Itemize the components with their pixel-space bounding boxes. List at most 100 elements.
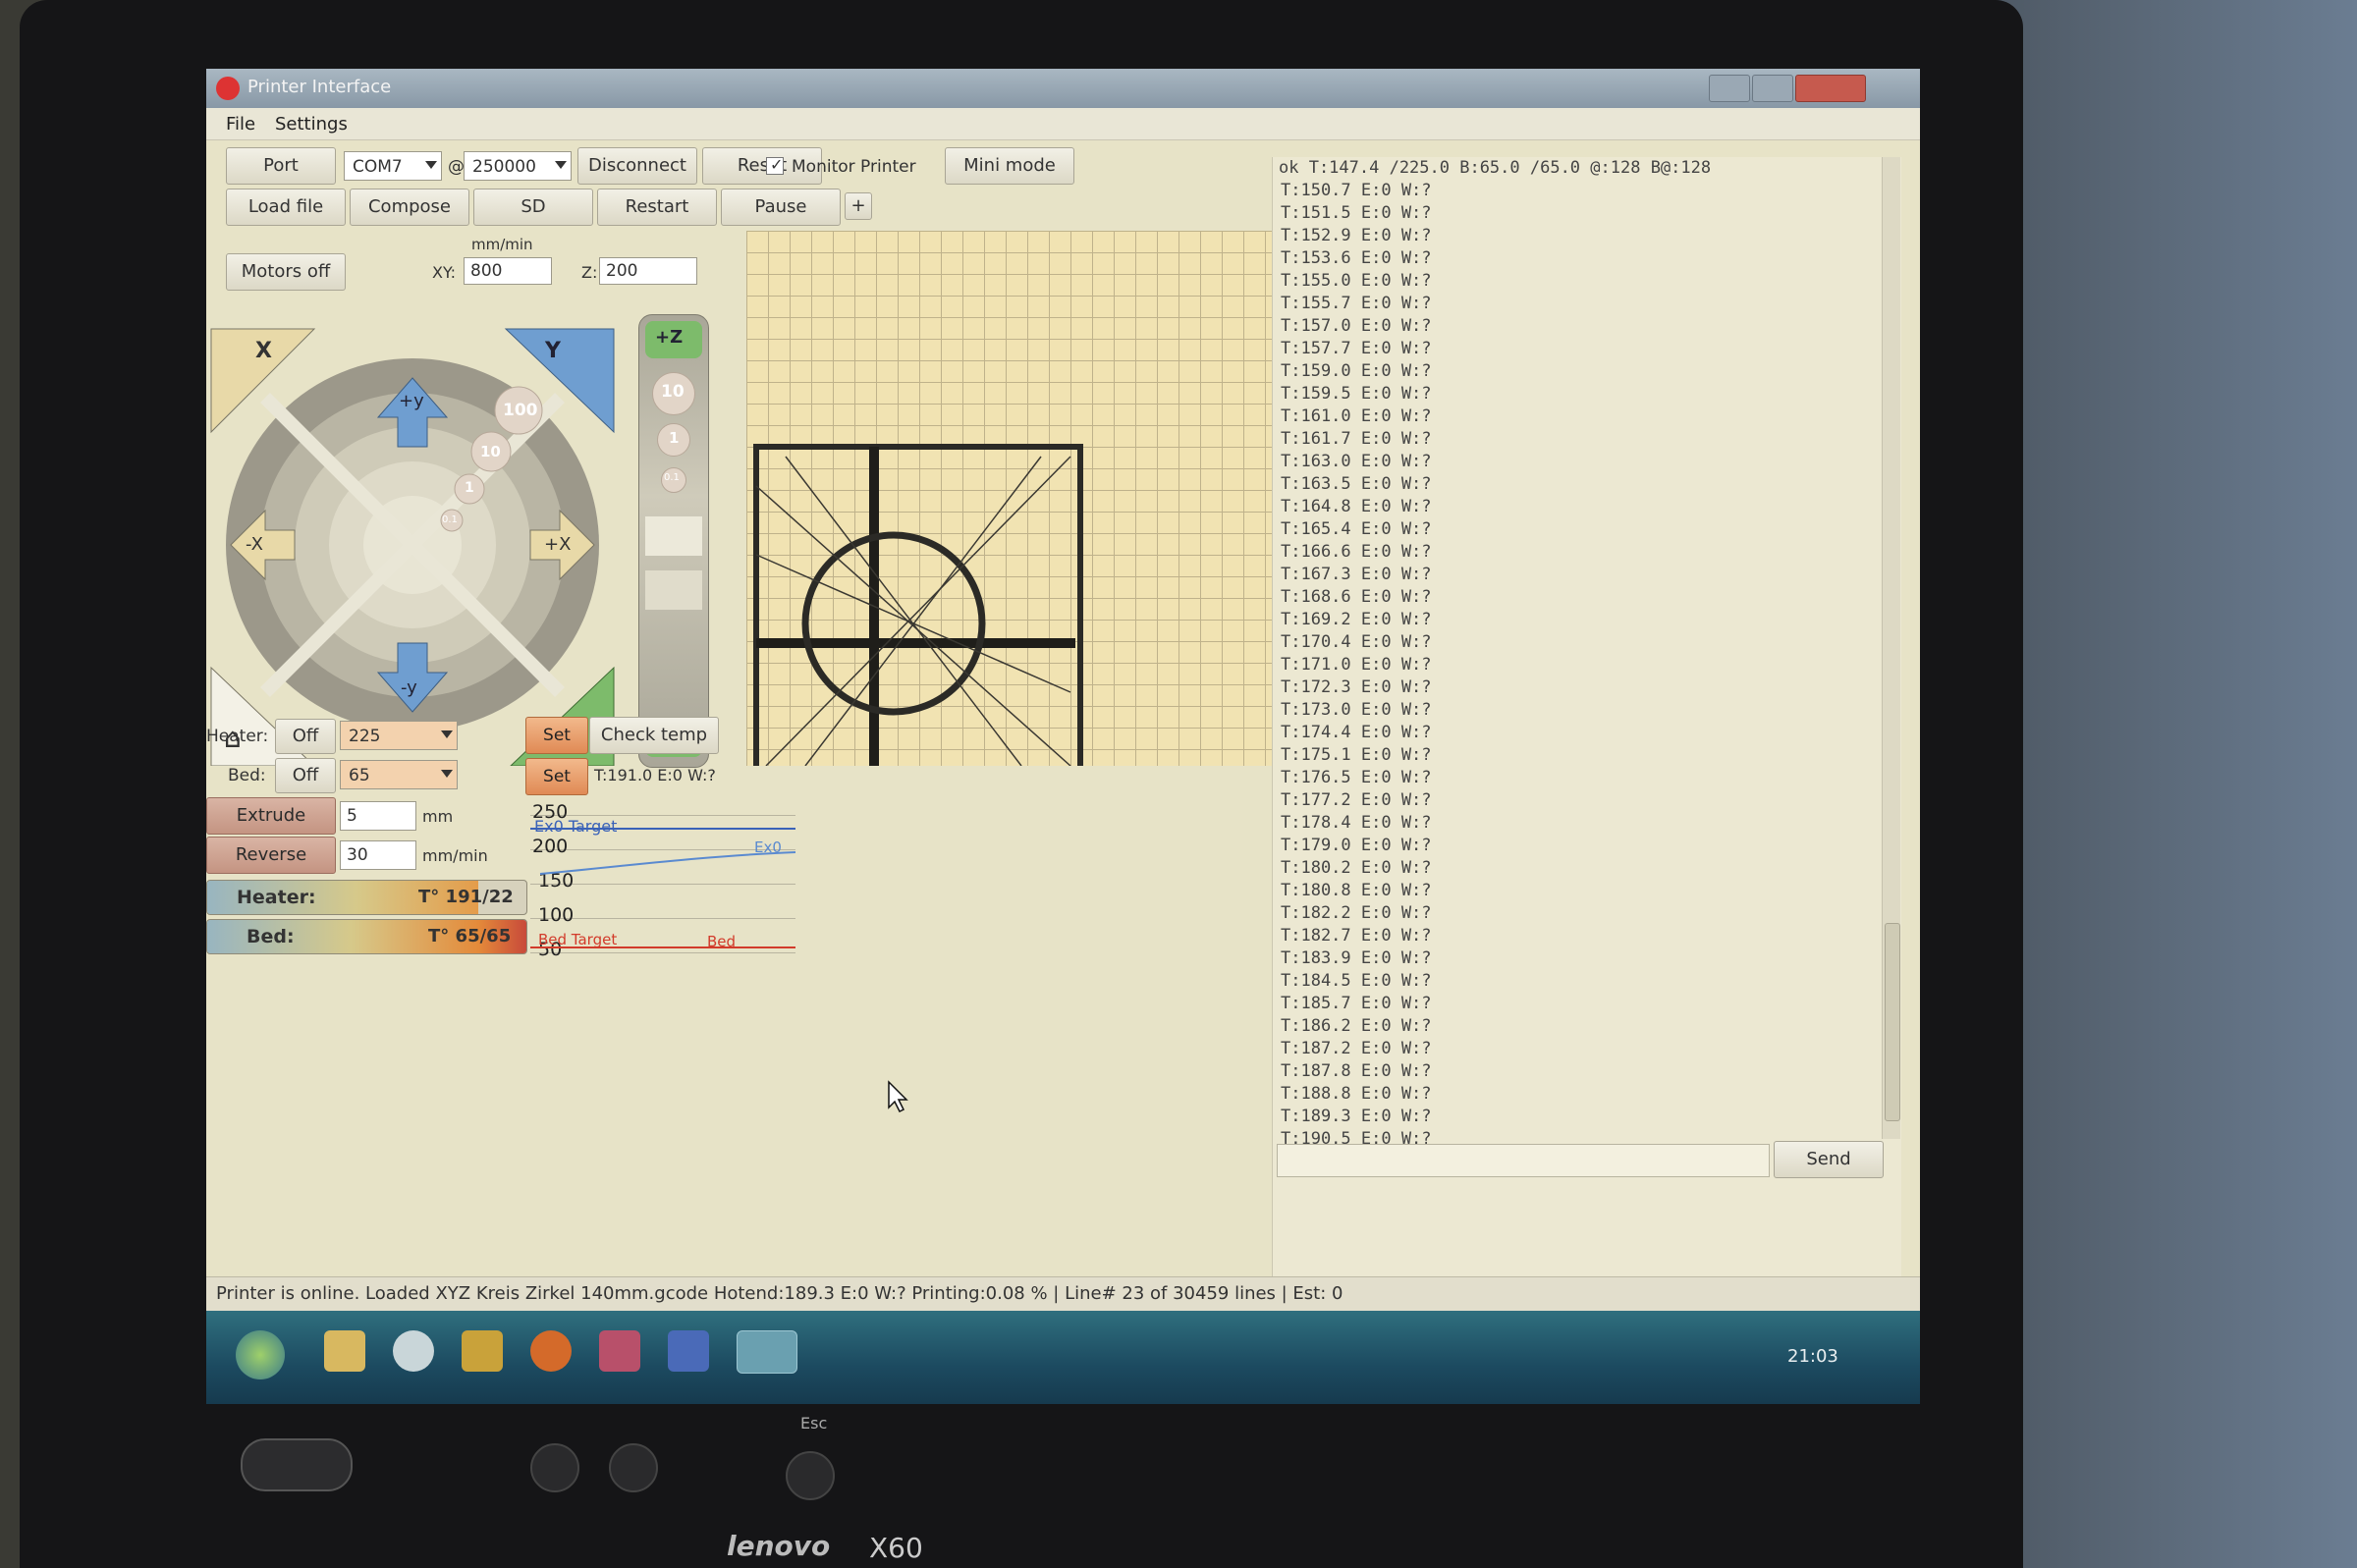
motors-off-button[interactable]: Motors off <box>226 253 346 291</box>
baud-select[interactable]: 250000 <box>464 151 572 181</box>
bed-off-button[interactable]: Off <box>275 758 336 793</box>
log-line: T:157.0 E:0 W:? <box>1281 316 1432 336</box>
heater-set-button[interactable]: Set <box>525 717 588 754</box>
log-line: T:170.4 E:0 W:? <box>1281 632 1432 652</box>
feedrate-units: mm/min <box>471 236 533 253</box>
bed-graph-label: Bed <box>707 933 737 950</box>
bed-set-button[interactable]: Set <box>525 758 588 795</box>
log-line: T:155.7 E:0 W:? <box>1281 294 1432 313</box>
model-label: X60 <box>869 1532 923 1564</box>
chrome-icon[interactable] <box>393 1330 434 1372</box>
heater-setpoint-value: 225 <box>349 727 381 746</box>
log-first-line: ok T:147.4 /225.0 B:65.0 /65.0 @:128 B@:… <box>1279 158 1712 178</box>
log-scrollbar[interactable] <box>1882 157 1900 1139</box>
home-x-label: X <box>255 339 272 363</box>
log-line: T:165.4 E:0 W:? <box>1281 519 1432 539</box>
app-icon[interactable] <box>668 1330 709 1372</box>
log-line: T:157.7 E:0 W:? <box>1281 339 1432 358</box>
log-line: T:184.5 E:0 W:? <box>1281 971 1432 991</box>
chevron-down-icon <box>441 730 453 738</box>
log-line: T:150.7 E:0 W:? <box>1281 181 1432 200</box>
print-preview[interactable] <box>746 231 1272 766</box>
bed-setpoint-value: 65 <box>349 766 370 785</box>
z-label: Z: <box>581 263 598 282</box>
log-line: T:153.6 E:0 W:? <box>1281 248 1432 268</box>
explorer-icon[interactable] <box>324 1330 365 1372</box>
laptop-button[interactable] <box>530 1443 579 1492</box>
status-bar: Printer is online. Loaded XYZ Kreis Zirk… <box>206 1276 1920 1313</box>
monitor-label: Monitor Printer <box>792 157 916 177</box>
mini-mode-button[interactable]: Mini mode <box>945 147 1074 185</box>
printer-app-icon[interactable] <box>737 1330 797 1374</box>
scrollbar-thumb[interactable] <box>1885 923 1900 1121</box>
screen: Printer Interface File Settings Port COM… <box>206 69 1920 1404</box>
log-line: T:166.6 E:0 W:? <box>1281 542 1432 562</box>
heater-gauge-reading: T° 191/22 <box>418 887 514 907</box>
menu-file[interactable]: File <box>226 114 255 135</box>
heater-setpoint-select[interactable]: 225 <box>340 721 458 750</box>
log-line: T:182.7 E:0 W:? <box>1281 926 1432 946</box>
log-line: T:179.0 E:0 W:? <box>1281 836 1432 855</box>
log-line: T:177.2 E:0 W:? <box>1281 790 1432 810</box>
z-jog-control[interactable]: +Z 10 1 0.1 -Z <box>638 314 709 768</box>
pause-button[interactable]: Pause <box>721 189 841 226</box>
minimize-button[interactable] <box>1709 75 1750 102</box>
log-line: T:185.7 E:0 W:? <box>1281 994 1432 1013</box>
restart-button[interactable]: Restart <box>597 189 717 226</box>
send-button[interactable]: Send <box>1774 1141 1884 1178</box>
app-icon[interactable] <box>599 1330 640 1372</box>
mmmin-label: mm/min <box>422 846 488 865</box>
log-line: T:161.7 E:0 W:? <box>1281 429 1432 449</box>
menu-settings[interactable]: Settings <box>275 114 348 135</box>
app-icon[interactable] <box>462 1330 503 1372</box>
bed-gauge-reading: T° 65/65 <box>428 926 512 946</box>
maximize-button[interactable] <box>1752 75 1793 102</box>
extrude-speed-input[interactable]: 30 <box>340 840 416 870</box>
command-input[interactable] <box>1277 1144 1770 1177</box>
close-button[interactable] <box>1795 75 1866 102</box>
start-orb-icon[interactable] <box>236 1330 285 1379</box>
check-temp-button[interactable]: Check temp <box>589 717 719 754</box>
firefox-icon[interactable] <box>530 1330 572 1372</box>
heater-gauge: Heater: T° 191/22 <box>206 880 527 915</box>
add-tab-button[interactable]: + <box>845 192 872 220</box>
compose-button[interactable]: Compose <box>350 189 469 226</box>
step-01-label: 0.1 <box>442 514 458 525</box>
check-icon: ✓ <box>770 155 784 174</box>
temp-readout: T:191.0 E:0 W:? <box>594 766 716 784</box>
power-switch[interactable] <box>241 1438 353 1491</box>
log-line: T:183.9 E:0 W:? <box>1281 948 1432 968</box>
laptop-button[interactable] <box>609 1443 658 1492</box>
disconnect-button[interactable]: Disconnect <box>577 147 697 185</box>
toolpath-drawing <box>753 444 1083 766</box>
reverse-button[interactable]: Reverse <box>206 837 336 874</box>
brand-logo: lenovo <box>727 1530 831 1562</box>
xy-feedrate-input[interactable]: 800 <box>464 257 552 285</box>
port-button[interactable]: Port <box>226 147 336 185</box>
home-y-label: Y <box>545 339 561 363</box>
log-line: T:163.5 E:0 W:? <box>1281 474 1432 494</box>
extrude-button[interactable]: Extrude <box>206 797 336 835</box>
xy-jog-control[interactable]: X Y Z ⌂ +y -y -X +X 100 10 1 0.1 <box>206 304 648 767</box>
log-lines: T:150.7 E:0 W:? T:151.5 E:0 W:? T:152.9 E:… <box>1273 180 1901 1173</box>
laptop-button[interactable] <box>786 1451 835 1500</box>
log-line: T:174.4 E:0 W:? <box>1281 723 1432 742</box>
taskbar-clock[interactable]: 21:03 <box>1787 1346 1838 1367</box>
extrude-length-input[interactable]: 5 <box>340 801 416 831</box>
baud-value: 250000 <box>472 157 536 177</box>
port-select[interactable]: COM7 <box>344 151 442 181</box>
log-line: T:169.2 E:0 W:? <box>1281 610 1432 629</box>
bed-setpoint-select[interactable]: 65 <box>340 760 458 789</box>
log-line: T:175.1 E:0 W:? <box>1281 745 1432 765</box>
z-feedrate-input[interactable]: 200 <box>599 257 697 285</box>
heater-off-button[interactable]: Off <box>275 719 336 754</box>
step-1-label: 1 <box>465 480 474 496</box>
load-file-button[interactable]: Load file <box>226 189 346 226</box>
log-line: T:188.8 E:0 W:? <box>1281 1084 1432 1104</box>
heater-label: Heater: <box>206 727 269 746</box>
plus-z-label: +Z <box>655 327 684 348</box>
log-line: T:168.6 E:0 W:? <box>1281 587 1432 607</box>
sd-button[interactable]: SD <box>473 189 593 226</box>
console-log[interactable]: ok T:147.4 /225.0 B:65.0 /65.0 @:128 B@:… <box>1272 157 1901 1286</box>
xy-label: XY: <box>432 263 456 282</box>
